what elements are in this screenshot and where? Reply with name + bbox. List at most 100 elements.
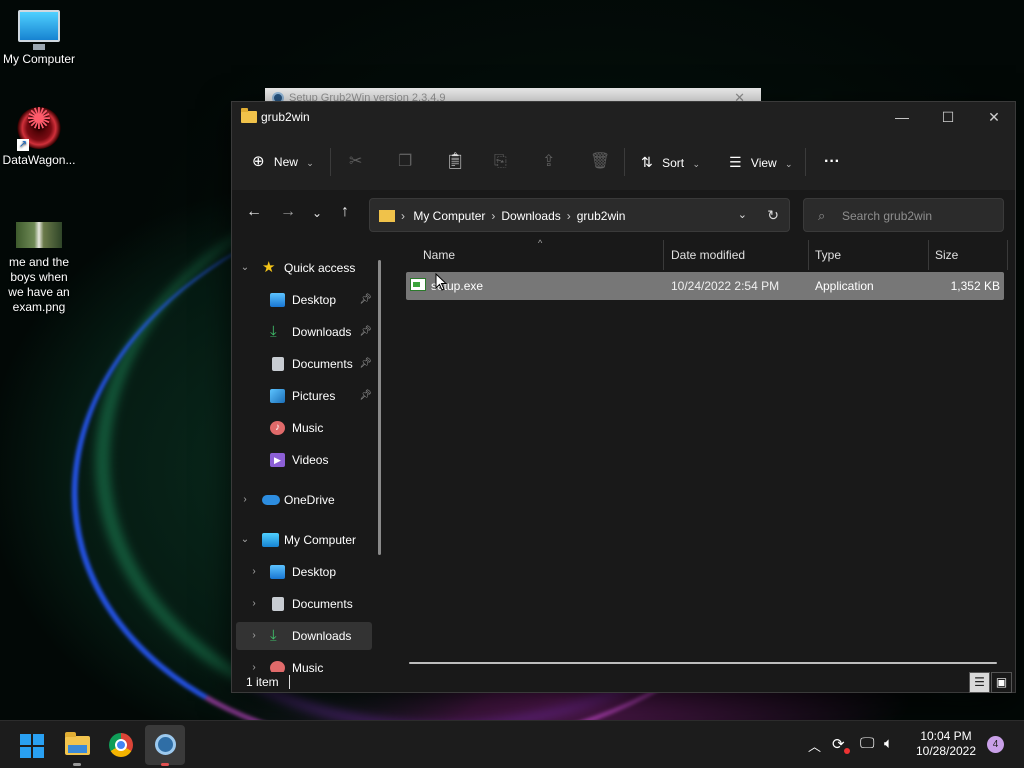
nav-label: Downloads (292, 629, 352, 643)
volume-icon[interactable]: 🔈︎ (884, 735, 893, 752)
close-button[interactable]: ✕ (971, 102, 1017, 134)
folder-icon (241, 108, 257, 123)
nav-pc-downloads[interactable]: › ⤓ Downloads (236, 622, 372, 650)
nav-my-computer[interactable]: ⌄ My Computer (238, 526, 374, 554)
rename-icon[interactable]: ⎘ (494, 149, 507, 175)
up-arrow-icon[interactable]: ↑ (341, 203, 349, 221)
breadcrumb-downloads[interactable]: Downloads (501, 209, 560, 223)
chevron-down-icon: ⌄ (785, 159, 793, 169)
chevron-right-icon[interactable]: › (247, 654, 261, 672)
table-row[interactable]: setup.exe 10/24/2022 2:54 PM Application… (406, 272, 1004, 300)
nav-quick-access[interactable]: ⌄ ★ Quick access (238, 254, 374, 282)
maximize-button[interactable]: ☐ (925, 102, 971, 134)
desktop-icon-image-file[interactable]: me and the boys when we have an exam.png (0, 222, 78, 315)
chevron-down-icon[interactable]: ⌄ (238, 254, 252, 282)
pin-icon[interactable]: 📌︎ (359, 382, 372, 410)
chevron-right-icon[interactable]: › (238, 486, 252, 514)
pin-icon[interactable]: 📌︎ (359, 318, 372, 346)
nav-onedrive[interactable]: › OneDrive (238, 486, 374, 514)
shortcut-arrow-icon: ↗ (17, 139, 29, 151)
recent-locations-chevron-icon[interactable]: ⌄ (312, 206, 322, 220)
new-button[interactable]: ⊕ New ⌄ (252, 149, 314, 175)
breadcrumb: › My Computer › Downloads › grub2win (401, 209, 626, 223)
nav-label: Pictures (292, 389, 336, 403)
details-view-icon[interactable]: ☰ (969, 672, 990, 693)
large-icons-view-icon[interactable]: ▣ (991, 672, 1012, 693)
title-bar[interactable]: grub2win — ☐ ✕ (232, 102, 1015, 134)
start-button[interactable] (20, 734, 44, 758)
chevron-down-icon[interactable]: ⌄ (238, 526, 252, 554)
desktop-icon-datawagon[interactable]: ↗ DataWagon... (0, 107, 78, 168)
chevron-right-icon[interactable]: › (247, 622, 261, 650)
nav-scrollbar[interactable] (378, 260, 381, 555)
sort-label: Sort (662, 156, 685, 170)
search-box[interactable]: ⌕ (803, 198, 1004, 232)
nav-label: Desktop (292, 565, 337, 579)
chevron-down-icon[interactable]: ⌄ (738, 208, 747, 221)
nav-qa-music[interactable]: ♪ Music (238, 414, 374, 442)
pin-icon[interactable]: 📌︎ (359, 350, 372, 378)
desktop-icon-my-computer[interactable]: My Computer (0, 10, 78, 67)
share-icon[interactable]: ⇪ (542, 149, 555, 175)
item-count: 1 item (246, 675, 279, 689)
nav-qa-documents[interactable]: Documents 📌︎ (238, 350, 374, 378)
copy-icon[interactable]: ❐ (398, 149, 412, 175)
column-header-type[interactable]: Type (815, 248, 841, 262)
column-header-name[interactable]: Name (423, 248, 455, 262)
clock[interactable]: 10:04 PM 10/28/2022 (910, 729, 982, 759)
refresh-icon[interactable]: ↻ (767, 207, 779, 224)
paste-icon[interactable]: 📋︎ (445, 149, 465, 175)
document-icon (272, 357, 284, 371)
desktop-icon (270, 565, 285, 579)
chevron-right-icon[interactable]: › (247, 558, 261, 586)
chevron-up-icon[interactable]: ︿ (808, 736, 821, 755)
address-bar[interactable]: › My Computer › Downloads › grub2win ⌄ ↻ (369, 198, 790, 232)
file-explorer-window: grub2win — ☐ ✕ ⊕ New ⌄ ✂ ❐ 📋︎ ⎘ ⇪ 🗑︎ ⇅ S… (231, 101, 1016, 693)
nav-qa-videos[interactable]: ▶ Videos (238, 446, 374, 474)
nav-label: Music (292, 421, 324, 435)
minimize-button[interactable]: — (879, 102, 925, 134)
column-header-size[interactable]: Size (935, 248, 958, 262)
download-arrow-icon: ⤓ (270, 627, 277, 644)
status-bar: 1 item ☰ ▣ (232, 672, 1015, 694)
download-arrow-icon: ⤓ (270, 323, 277, 340)
back-arrow-icon[interactable]: ← (246, 203, 262, 221)
breadcrumb-grub2win[interactable]: grub2win (577, 209, 626, 223)
forward-arrow-icon[interactable]: → (280, 203, 296, 221)
more-options-button[interactable]: ··· (824, 149, 840, 175)
chevron-right-icon[interactable]: › (247, 590, 261, 618)
chrome-taskbar-icon[interactable] (109, 733, 133, 757)
cut-icon[interactable]: ✂ (349, 149, 362, 175)
nav-label: Documents (292, 357, 353, 371)
chevron-down-icon: ⌄ (692, 159, 700, 169)
error-badge (844, 748, 850, 754)
file-explorer-taskbar-icon[interactable] (65, 732, 90, 755)
delete-icon[interactable]: 🗑︎ (590, 149, 610, 175)
image-thumbnail-icon (16, 222, 62, 248)
network-icon[interactable]: 🖵︎ (860, 735, 874, 752)
nav-label: Quick access (284, 261, 356, 275)
chevron-down-icon: ⌄ (306, 158, 314, 168)
notification-badge[interactable]: 4 (987, 736, 1004, 753)
desktop-icon-label: me and the boys when we have an exam.png (8, 255, 70, 314)
nav-qa-pictures[interactable]: Pictures 📌︎ (238, 382, 374, 410)
sync-icon[interactable]: ⟳ (832, 735, 845, 753)
nav-qa-downloads[interactable]: ⤓ Downloads 📌︎ (238, 318, 374, 346)
nav-pc-desktop[interactable]: › Desktop (238, 558, 374, 586)
address-row: ← → ⌄ ↑ › My Computer › Downloads › grub2win… (232, 190, 1015, 240)
breadcrumb-my-computer[interactable]: My Computer (413, 209, 485, 223)
column-header-date-modified[interactable]: Date modified (671, 248, 745, 262)
search-input[interactable] (842, 207, 992, 225)
horizontal-scrollbar[interactable] (409, 662, 997, 664)
view-button[interactable]: ☰ View ⌄ (729, 149, 793, 175)
nav-pc-music[interactable]: › Music (238, 654, 374, 672)
pin-icon[interactable]: 📌︎ (359, 286, 372, 314)
sort-button[interactable]: ⇅ Sort ⌄ (641, 149, 700, 175)
navigation-pane: ⌄ ★ Quick access Desktop 📌︎ ⤓ Downloads … (232, 240, 387, 672)
file-type: Application (815, 279, 874, 293)
nav-qa-desktop[interactable]: Desktop 📌︎ (238, 286, 374, 314)
taskbar: ︿ ⟳ 🖵︎ 🔈︎ 10:04 PM 10/28/2022 4 (0, 720, 1024, 768)
nav-pc-documents[interactable]: › Documents (238, 590, 374, 618)
command-bar: ⊕ New ⌄ ✂ ❐ 📋︎ ⎘ ⇪ 🗑︎ ⇅ Sort ⌄ ☰ View ⌄ … (232, 134, 1015, 190)
music-icon (270, 661, 285, 672)
